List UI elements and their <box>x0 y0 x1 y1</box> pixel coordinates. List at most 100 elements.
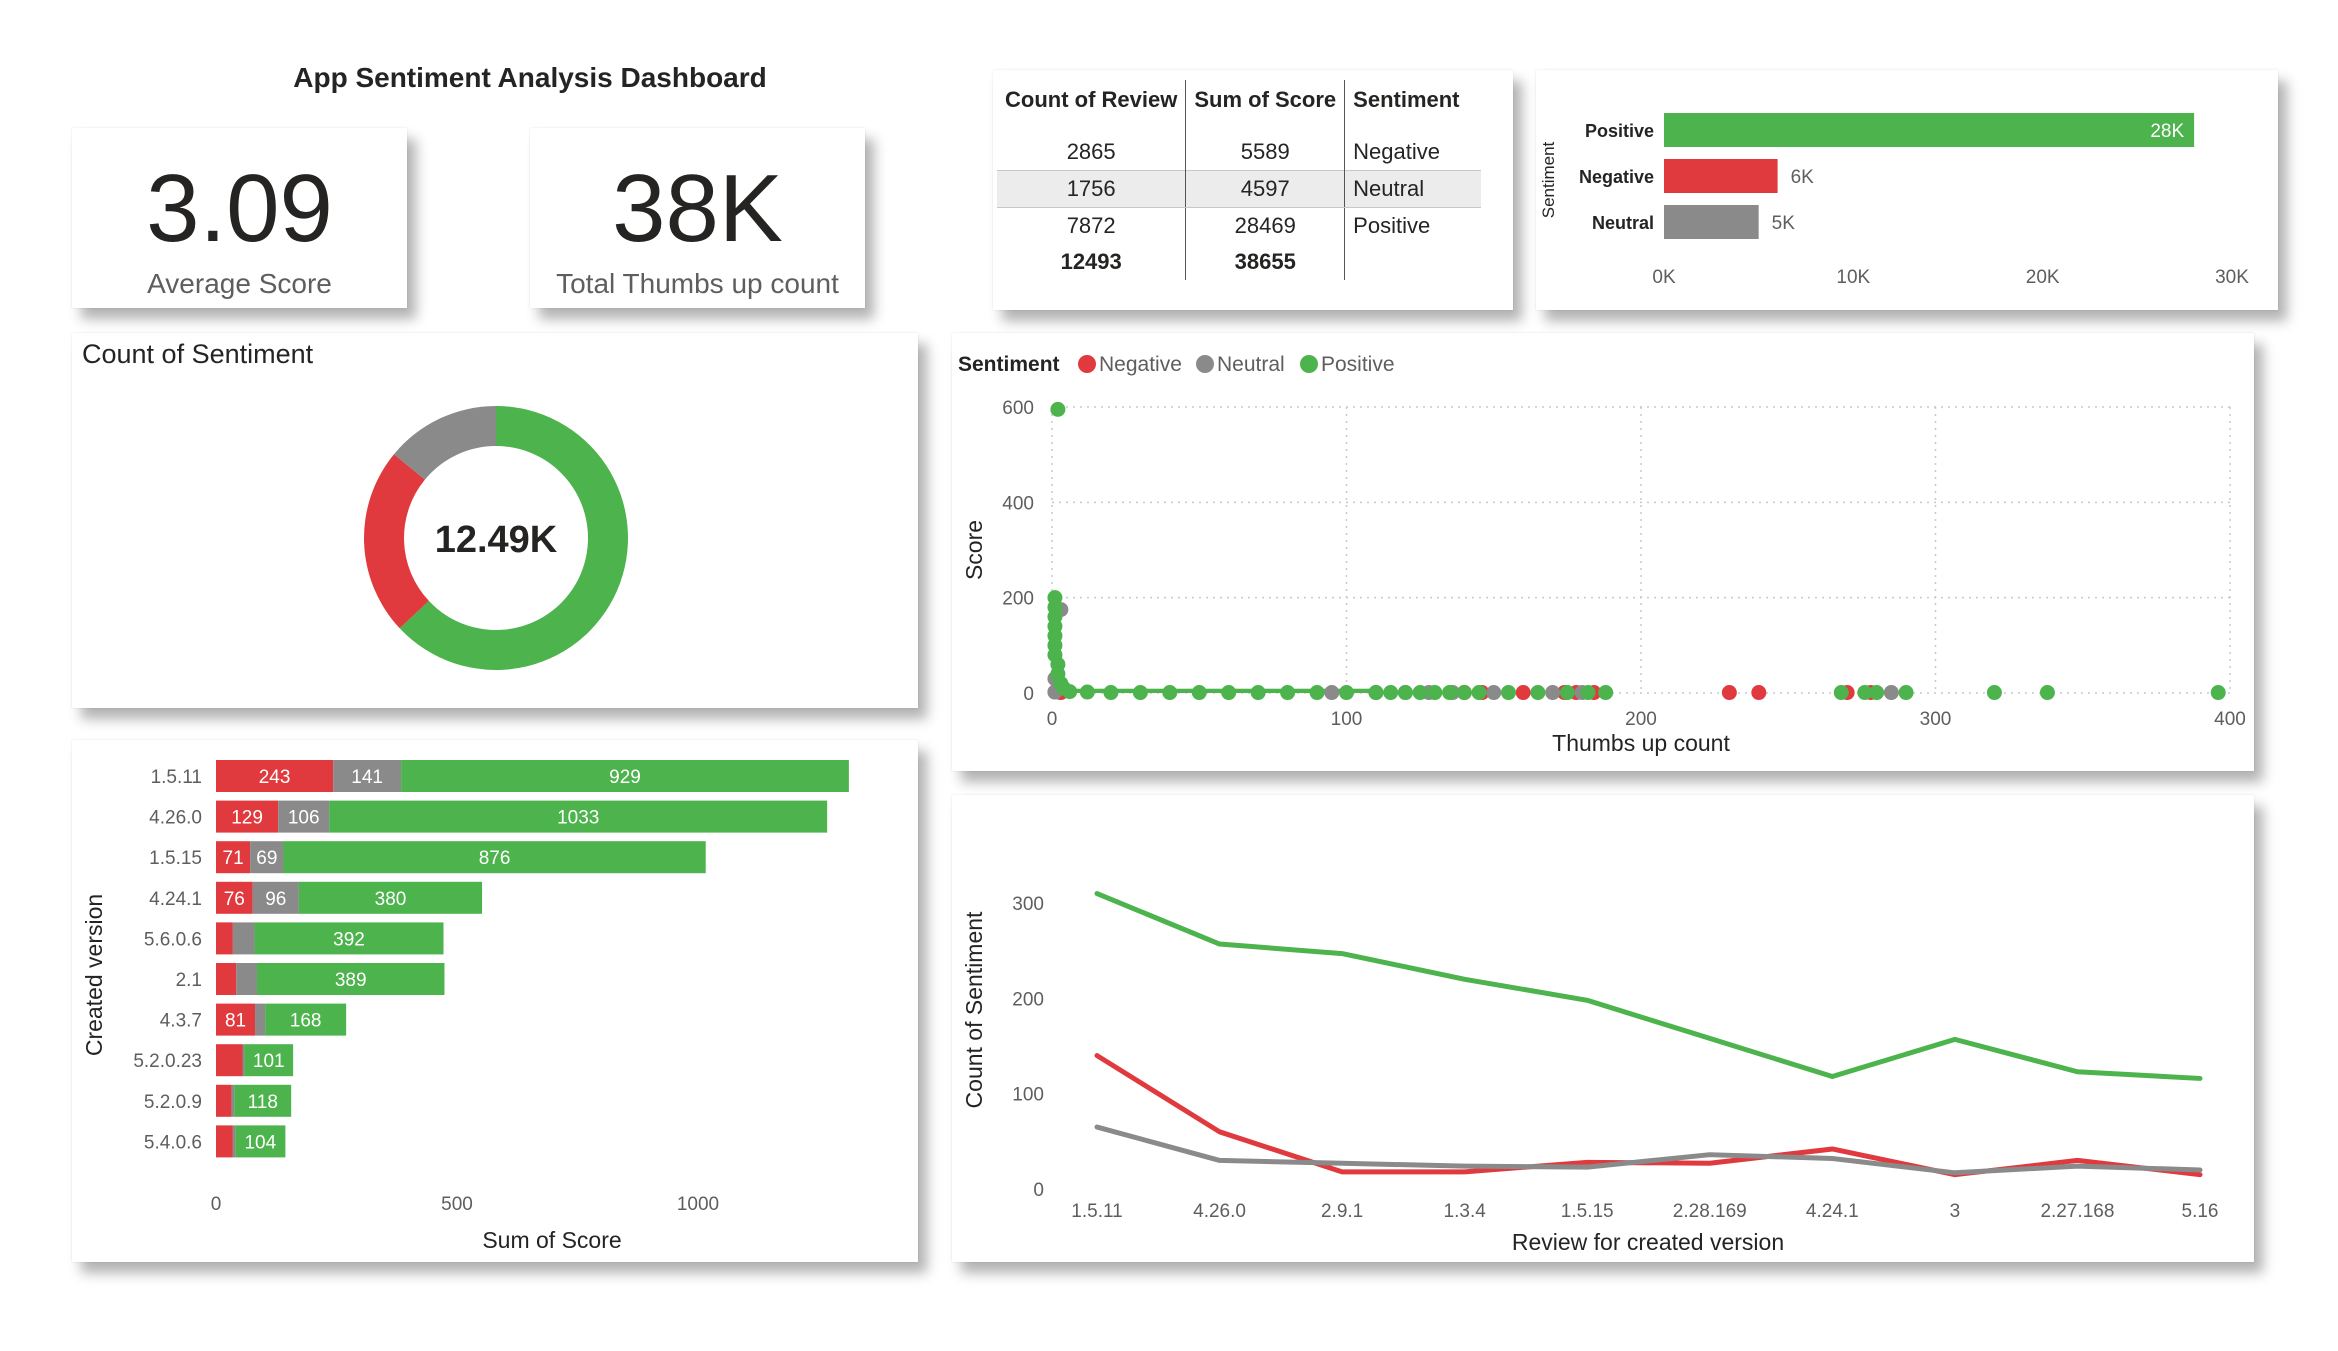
x-tick-label: 1.5.15 <box>1561 1201 1614 1222</box>
y-tick-label: 600 <box>1002 398 1034 419</box>
legend-label: Positive <box>1321 353 1395 376</box>
scatter-point <box>1397 685 1413 701</box>
y-axis-label: Count of Sentiment <box>961 911 987 1109</box>
bar-segment <box>216 1125 233 1158</box>
x-tick-label: 2.27.168 <box>2040 1201 2114 1222</box>
kpi-value: 3.09 <box>146 155 333 262</box>
table-total-row[interactable]: 12493 38655 <box>997 244 1481 280</box>
data-label: 929 <box>609 767 641 788</box>
scatter-point <box>1580 685 1596 701</box>
data-label: 168 <box>290 1011 322 1032</box>
scatter-point <box>1721 685 1737 701</box>
scatter-point <box>1368 685 1384 701</box>
sentiment-bar-chart-card[interactable]: Sentiment Positive 28K Negative 6K Neutral 5K 0… <box>1536 70 2278 310</box>
data-label: 101 <box>253 1051 285 1072</box>
bar-segment <box>216 963 237 995</box>
kpi-card-total-thumbs-up[interactable]: 38K Total Thumbs up count <box>530 128 865 308</box>
table-total-cell: 12493 <box>997 244 1187 280</box>
x-tick-label: 0 <box>1047 709 1058 730</box>
scatter-point <box>1062 684 1078 700</box>
category-label: Positive <box>1585 121 1654 141</box>
data-label: 71 <box>223 848 244 869</box>
scatter-point <box>1559 685 1575 701</box>
x-axis-label: Thumbs up count <box>1552 730 1730 756</box>
bar <box>1664 113 2195 147</box>
table-cell: 1756 <box>997 170 1187 208</box>
x-tick-label: 400 <box>2214 709 2246 730</box>
x-tick-label: 300 <box>1920 709 1952 730</box>
scatter-chart-card[interactable]: Sentiment Negative Neutral Positive 0 200 400 6… <box>952 333 2254 771</box>
table-cell: 4597 <box>1185 170 1346 208</box>
category-label: 4.24.1 <box>149 889 202 910</box>
scatter-point <box>1883 685 1899 701</box>
series-line <box>1094 1053 2203 1178</box>
legend-label: Negative <box>1099 353 1182 376</box>
data-label: 81 <box>225 1011 246 1032</box>
scatter-point <box>1280 685 1296 701</box>
kpi-card-average-score[interactable]: 3.09 Average Score <box>72 128 407 308</box>
count-of-sentiment-card[interactable]: Count of Sentiment 12.49K <box>72 333 918 708</box>
data-label: 106 <box>288 808 320 829</box>
category-label: 4.26.0 <box>149 808 202 829</box>
category-label: 2.1 <box>176 970 202 991</box>
scatter-chart: Sentiment Negative Neutral Positive 0 200 400 6… <box>958 353 2246 756</box>
bar-segment <box>232 922 255 955</box>
category-label: 5.2.0.23 <box>133 1051 202 1072</box>
scatter-point <box>1162 685 1178 701</box>
bar-segment <box>216 922 233 955</box>
scatter-point <box>1412 685 1428 701</box>
category-label: 5.4.0.6 <box>144 1132 202 1153</box>
bar-segment <box>231 1084 235 1117</box>
table-cell: Negative <box>1353 139 1440 164</box>
kpi-label: Average Score <box>147 268 332 299</box>
data-label: 243 <box>259 767 291 788</box>
data-label: 389 <box>335 970 367 991</box>
review-table: Count of Review Sum of Score Sentiment 2… <box>997 80 1482 280</box>
stacked-bar-chart: 1.5.11 243 141 929 4.26.0 129 106 1033 1.5.15 71 6… <box>81 760 849 1253</box>
table-cell: 2865 <box>997 134 1187 171</box>
y-tick-label: 200 <box>1002 589 1034 610</box>
scatter-point <box>1471 685 1487 701</box>
scatter-point <box>1132 685 1148 701</box>
table-row[interactable]: 7872 28469 Positive <box>997 207 1481 244</box>
category-label: 5.2.0.9 <box>144 1092 202 1113</box>
review-table-card[interactable]: Count of Review Sum of Score Sentiment 2… <box>993 70 1513 310</box>
column-header[interactable]: Sentiment <box>1345 80 1482 134</box>
category-label: Neutral <box>1592 213 1654 233</box>
y-axis-label: Score <box>961 520 987 580</box>
x-tick-label: 0K <box>1652 267 1676 288</box>
column-header[interactable]: Sum of Score <box>1185 80 1346 134</box>
kpi-label: Total Thumbs up count <box>556 268 839 299</box>
x-tick-label: 0 <box>211 1194 222 1215</box>
bar-segment <box>236 963 257 995</box>
y-tick-label: 200 <box>1012 989 1044 1010</box>
scatter-point <box>2039 685 2055 701</box>
donut-center-label: 12.49K <box>435 519 558 561</box>
bar-segment <box>255 1003 266 1036</box>
table-row[interactable]: 1756 4597 Neutral <box>997 170 1482 208</box>
scatter-point <box>1339 685 1354 701</box>
x-tick-label: 4.24.1 <box>1806 1201 1859 1222</box>
column-header[interactable]: Count of Review <box>997 80 1187 134</box>
stacked-bar-chart-card[interactable]: 1.5.11 243 141 929 4.26.0 129 106 1033 1.5.15 71 6… <box>72 740 918 1262</box>
scatter-point <box>1324 685 1340 701</box>
x-tick-label: 30K <box>2215 267 2249 288</box>
bar <box>1664 205 1759 239</box>
data-label: 1033 <box>557 808 599 829</box>
table-cell: 7872 <box>997 207 1187 244</box>
series-line <box>1094 891 2203 1081</box>
table-total-cell <box>1345 244 1482 280</box>
table-row[interactable]: 2865 5589 Negative <box>997 134 1481 171</box>
scatter-point <box>1515 685 1531 701</box>
scatter-point <box>1221 685 1237 701</box>
x-tick-label: 5.16 <box>2182 1201 2219 1222</box>
scatter-point <box>1833 685 1849 701</box>
scatter-point <box>1545 685 1561 701</box>
line-chart-card[interactable]: 0 100 200 300 1.5.11 4.26.0 2.9.1 1.3.4 1.5.15 2.… <box>952 795 2254 1262</box>
scatter-point <box>1598 685 1614 701</box>
kpi-value: 38K <box>612 155 783 262</box>
x-tick-label: 4.26.0 <box>1193 1201 1246 1222</box>
data-label: 141 <box>351 767 383 788</box>
bar <box>1664 159 1778 193</box>
y-axis-label: Created version <box>81 894 107 1056</box>
